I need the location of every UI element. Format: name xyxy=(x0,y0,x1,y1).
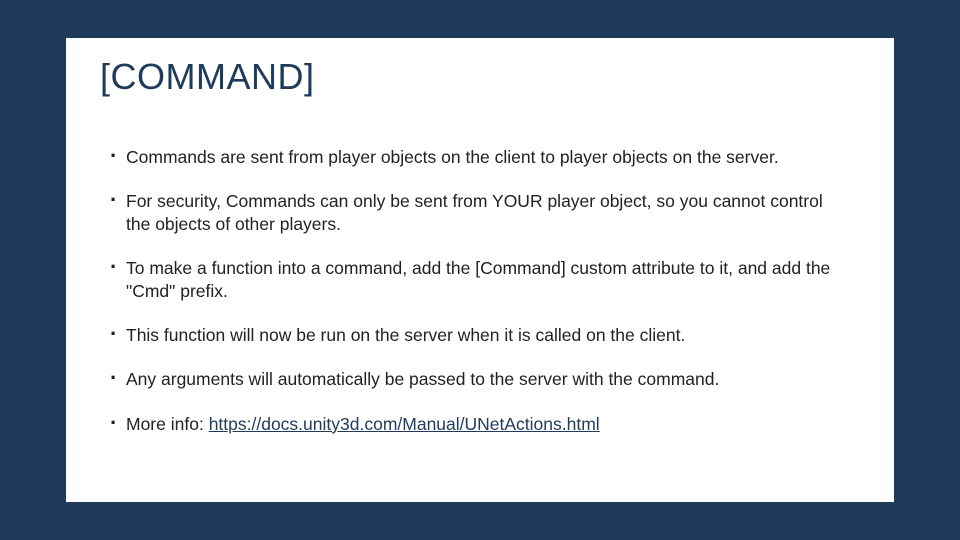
slide: [COMMAND] Commands are sent from player … xyxy=(0,0,960,540)
list-item: Commands are sent from player objects on… xyxy=(110,146,850,168)
list-item: This function will now be run on the ser… xyxy=(110,324,850,346)
list-item: For security, Commands can only be sent … xyxy=(110,190,850,235)
list-item: Any arguments will automatically be pass… xyxy=(110,368,850,390)
slide-title: [COMMAND] xyxy=(66,38,894,98)
more-info-link[interactable]: https://docs.unity3d.com/Manual/UNetActi… xyxy=(209,414,600,434)
bullet-list: Commands are sent from player objects on… xyxy=(66,98,894,435)
more-info-label: More info: xyxy=(126,414,209,434)
list-item: To make a function into a command, add t… xyxy=(110,257,850,302)
list-item-more-info: More info: https://docs.unity3d.com/Manu… xyxy=(110,413,850,435)
content-box: [COMMAND] Commands are sent from player … xyxy=(66,38,894,502)
